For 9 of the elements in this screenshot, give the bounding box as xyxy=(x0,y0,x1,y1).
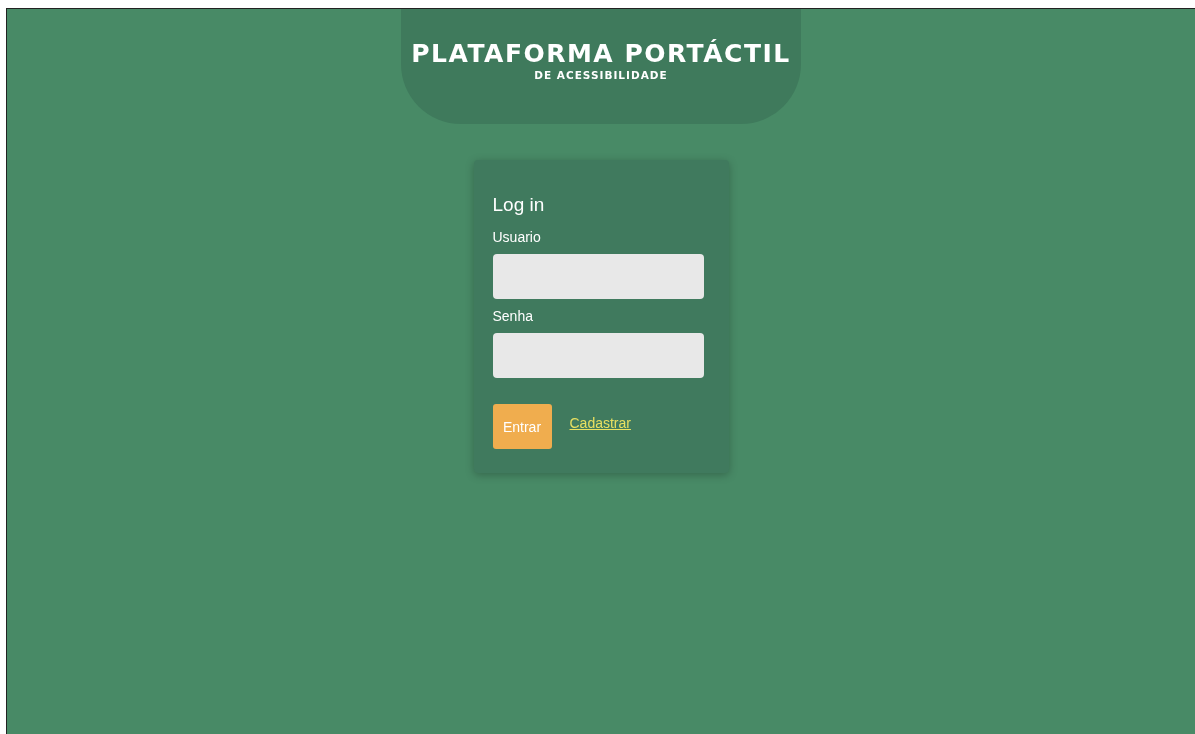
site-title: PLATAFORMA PORTÁCTIL xyxy=(411,39,791,68)
login-heading: Log in xyxy=(492,194,546,216)
register-link[interactable]: Cadastrar xyxy=(569,415,631,431)
password-field[interactable] xyxy=(492,333,704,378)
site-subtitle: DE ACESSIBILIDADE xyxy=(534,69,668,81)
login-button[interactable]: Entrar xyxy=(492,404,552,449)
username-field[interactable] xyxy=(492,254,704,299)
field-label: Usuario xyxy=(492,229,541,245)
field-label: Senha xyxy=(492,308,533,324)
